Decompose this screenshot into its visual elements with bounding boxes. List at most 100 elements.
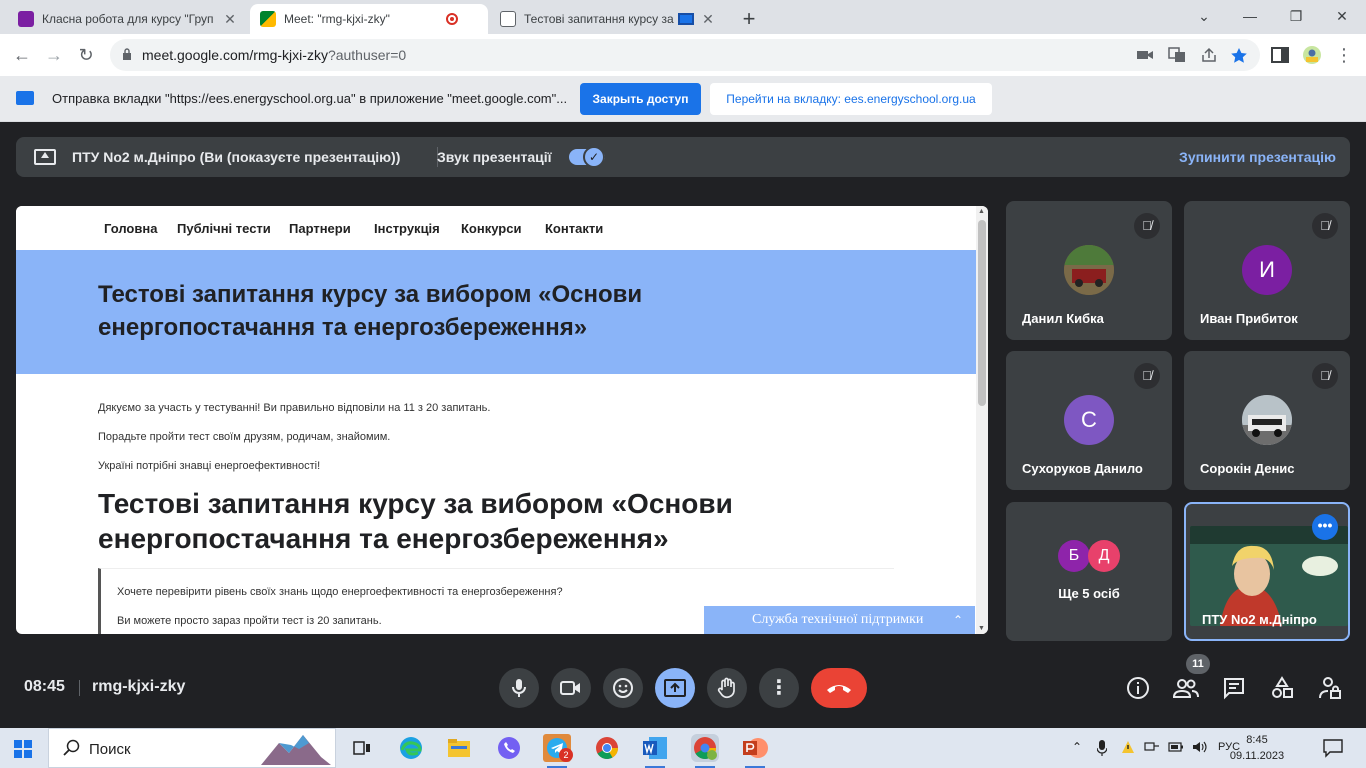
mountain-search-highlight-icon [261, 735, 331, 765]
present-now-button[interactable] [655, 668, 695, 708]
side-panel-icon[interactable] [1270, 45, 1290, 65]
taskbar-search[interactable]: Поиск [48, 728, 336, 768]
chrome-icon[interactable] [593, 734, 621, 762]
motto-text: Україні потрібні знавці енергоефективнос… [98, 460, 321, 472]
browser-tab-test[interactable]: Тестові запитання курсу за ✕ [490, 4, 726, 34]
translate-icon[interactable] [1168, 47, 1186, 63]
leave-call-button[interactable] [811, 668, 867, 708]
tab-search-icon[interactable]: ⌄ [1184, 4, 1224, 28]
menu-icon[interactable]: ⋮ [1334, 45, 1354, 65]
file-explorer-icon[interactable] [445, 734, 473, 762]
minimize-button[interactable]: — [1230, 4, 1270, 28]
site-nav-instructions[interactable]: Інструкція [374, 221, 440, 236]
browser-tab-meet[interactable]: Meet: "rmg-kjxi-zky" [250, 4, 488, 34]
lock-icon [123, 48, 131, 60]
self-video-tile[interactable]: ••• ПТУ No2 м.Дніпро [1184, 502, 1350, 641]
camera-icon[interactable] [1136, 47, 1154, 63]
network-icon[interactable] [1144, 740, 1160, 757]
star-icon[interactable] [1230, 47, 1248, 63]
site-nav-partners[interactable]: Партнери [289, 221, 351, 236]
clock-date: 09.11.2023 [1229, 750, 1285, 762]
casting-icon [678, 13, 694, 25]
lock-person-icon [1319, 677, 1341, 699]
microphone-icon[interactable] [1096, 740, 1108, 759]
meet-area: ПТУ No2 м.Дніпро (Ви (показуєте презента… [0, 122, 1366, 728]
activities-button[interactable] [1269, 676, 1295, 702]
page-scrollbar[interactable]: ▲ ▼ [976, 206, 988, 634]
address-bar[interactable]: meet.google.com/rmg-kjxi-zky?authuser=0 [110, 39, 1260, 71]
participant-tile[interactable]: 🎙̸ С Сухоруков Данило [1006, 351, 1172, 490]
hero-title: Тестові запитання курсу за вибором «Осно… [98, 281, 643, 341]
scroll-up-icon[interactable]: ▲ [978, 208, 985, 215]
browser-tab-classroom[interactable]: Класна робота для курсу "Груп ✕ [8, 4, 248, 34]
presentation-sound-label: Звук презентації [437, 149, 552, 165]
mic-off-icon: 🎙̸ [1134, 213, 1160, 239]
participant-name: Данил Кибка [1022, 311, 1104, 326]
site-nav-home[interactable]: Головна [104, 221, 157, 236]
close-window-button[interactable]: ✕ [1322, 4, 1362, 28]
word-icon[interactable] [641, 734, 669, 768]
more-options-button[interactable]: ⋮ [759, 668, 799, 708]
volume-icon[interactable] [1192, 740, 1208, 757]
telegram-icon[interactable]: 2 [543, 734, 573, 768]
share-icon[interactable] [1200, 47, 1218, 63]
mic-off-icon: 🎙̸ [1134, 363, 1160, 389]
recommend-text: Порадьте пройти тест своїм друзям, родич… [98, 431, 391, 443]
participant-tile[interactable]: 🎙̸ И Иван Прибиток [1184, 201, 1350, 340]
reactions-button[interactable] [603, 668, 643, 708]
presentation-bar: ПТУ No2 м.Дніпро (Ви (показуєте презента… [16, 137, 1350, 177]
scroll-thumb[interactable] [978, 220, 986, 406]
chevron-up-icon: ⌃ [952, 613, 963, 627]
powerpoint-icon[interactable] [741, 734, 769, 768]
hero-banner: Тестові запитання курсу за вибором «Осно… [16, 250, 976, 374]
people-button[interactable] [1172, 676, 1199, 702]
stop-sharing-button[interactable]: Закрыть доступ [580, 83, 701, 115]
present-icon [34, 149, 56, 165]
viber-icon[interactable] [495, 734, 523, 762]
system-clock[interactable]: 8:45 09.11.2023 [1226, 732, 1288, 764]
meeting-details-button[interactable] [1125, 676, 1151, 702]
notification-center-icon[interactable] [1322, 738, 1344, 758]
people-icon [1172, 679, 1199, 698]
raise-hand-button[interactable] [707, 668, 747, 708]
video-camera-icon [560, 681, 580, 695]
presentation-sound-toggle[interactable]: ✓ [569, 146, 605, 168]
switch-to-tab-button[interactable]: Перейти на вкладку: ees.energyschool.org… [710, 83, 992, 115]
chevron-up-icon[interactable]: ⌃ [1072, 740, 1082, 754]
reload-button[interactable]: ↻ [74, 43, 98, 67]
participant-tile[interactable]: 🎙̸ Сорокін Денис [1184, 351, 1350, 490]
battery-icon[interactable] [1168, 740, 1184, 757]
warning-icon[interactable] [1121, 740, 1135, 757]
forward-button[interactable]: → [42, 43, 66, 67]
edge-icon[interactable] [397, 734, 425, 762]
site-nav-contests[interactable]: Конкурси [461, 221, 521, 236]
search-placeholder: Поиск [89, 741, 131, 758]
windows-start-icon[interactable] [14, 740, 32, 758]
chat-button[interactable] [1221, 676, 1247, 702]
camera-button[interactable] [551, 668, 591, 708]
stop-presentation-button[interactable]: Зупинити презентацію [1179, 149, 1336, 165]
chrome-profile-icon[interactable] [691, 734, 719, 768]
profile-avatar-icon[interactable] [1302, 45, 1322, 65]
windows-taskbar: Поиск 2 ⌃ РУС 8:45 09.11.2023 [0, 728, 1366, 768]
site-nav-contacts[interactable]: Контакти [545, 221, 603, 236]
close-icon[interactable]: ✕ [700, 11, 716, 28]
microphone-icon [512, 679, 526, 697]
quote-line: Ви можете просто зараз пройти тест із 20… [117, 615, 382, 627]
task-view-icon[interactable] [348, 734, 376, 762]
back-button[interactable]: ← [10, 43, 34, 67]
maximize-button[interactable]: ❐ [1276, 4, 1316, 28]
host-controls-button[interactable] [1317, 676, 1343, 702]
cast-tab-icon [16, 91, 34, 105]
microphone-button[interactable] [499, 668, 539, 708]
check-icon: ✓ [583, 146, 605, 168]
new-tab-button[interactable]: + [738, 6, 760, 32]
scroll-down-icon[interactable]: ▼ [978, 625, 985, 632]
support-label: Служба технічної підтримки [752, 612, 924, 627]
participant-tile[interactable]: 🎙̸ Данил Кибка [1006, 201, 1172, 340]
more-participants-tile[interactable]: Б Д Ще 5 осіб [1006, 502, 1172, 641]
more-options-icon[interactable]: ••• [1312, 514, 1338, 540]
close-icon[interactable]: ✕ [222, 11, 238, 28]
site-nav-public-tests[interactable]: Публічні тести [177, 221, 271, 236]
support-widget[interactable]: Служба технічної підтримки ⌃ [704, 606, 975, 634]
